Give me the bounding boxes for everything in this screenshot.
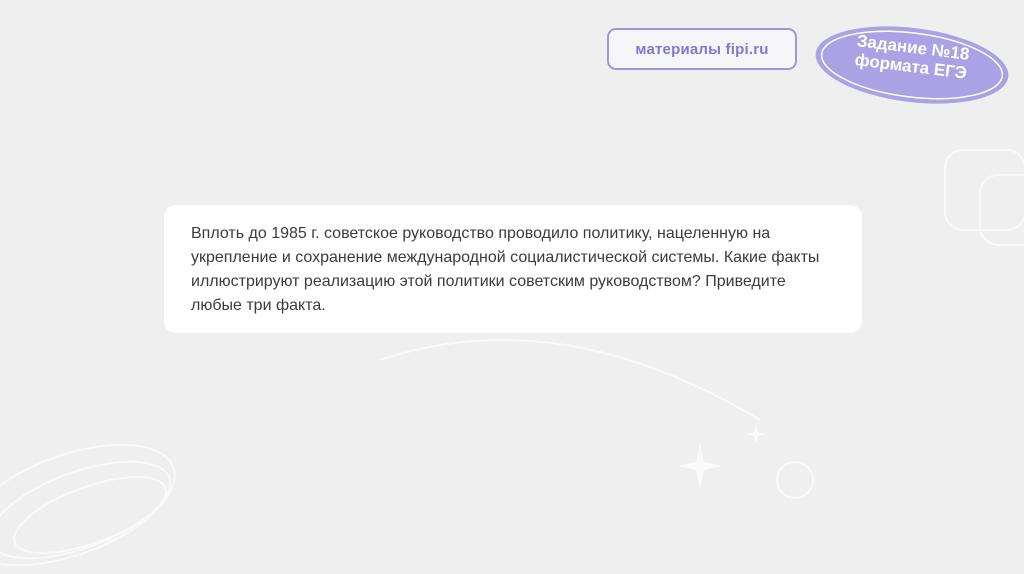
task-badge: Задание №18 формата ЕГЭ — [808, 22, 1016, 108]
source-badge: материалы fipi.ru — [607, 28, 797, 70]
question-card: Вплоть до 1985 г. советское руководство … — [164, 205, 862, 333]
question-text: Вплоть до 1985 г. советское руководство … — [191, 225, 820, 314]
